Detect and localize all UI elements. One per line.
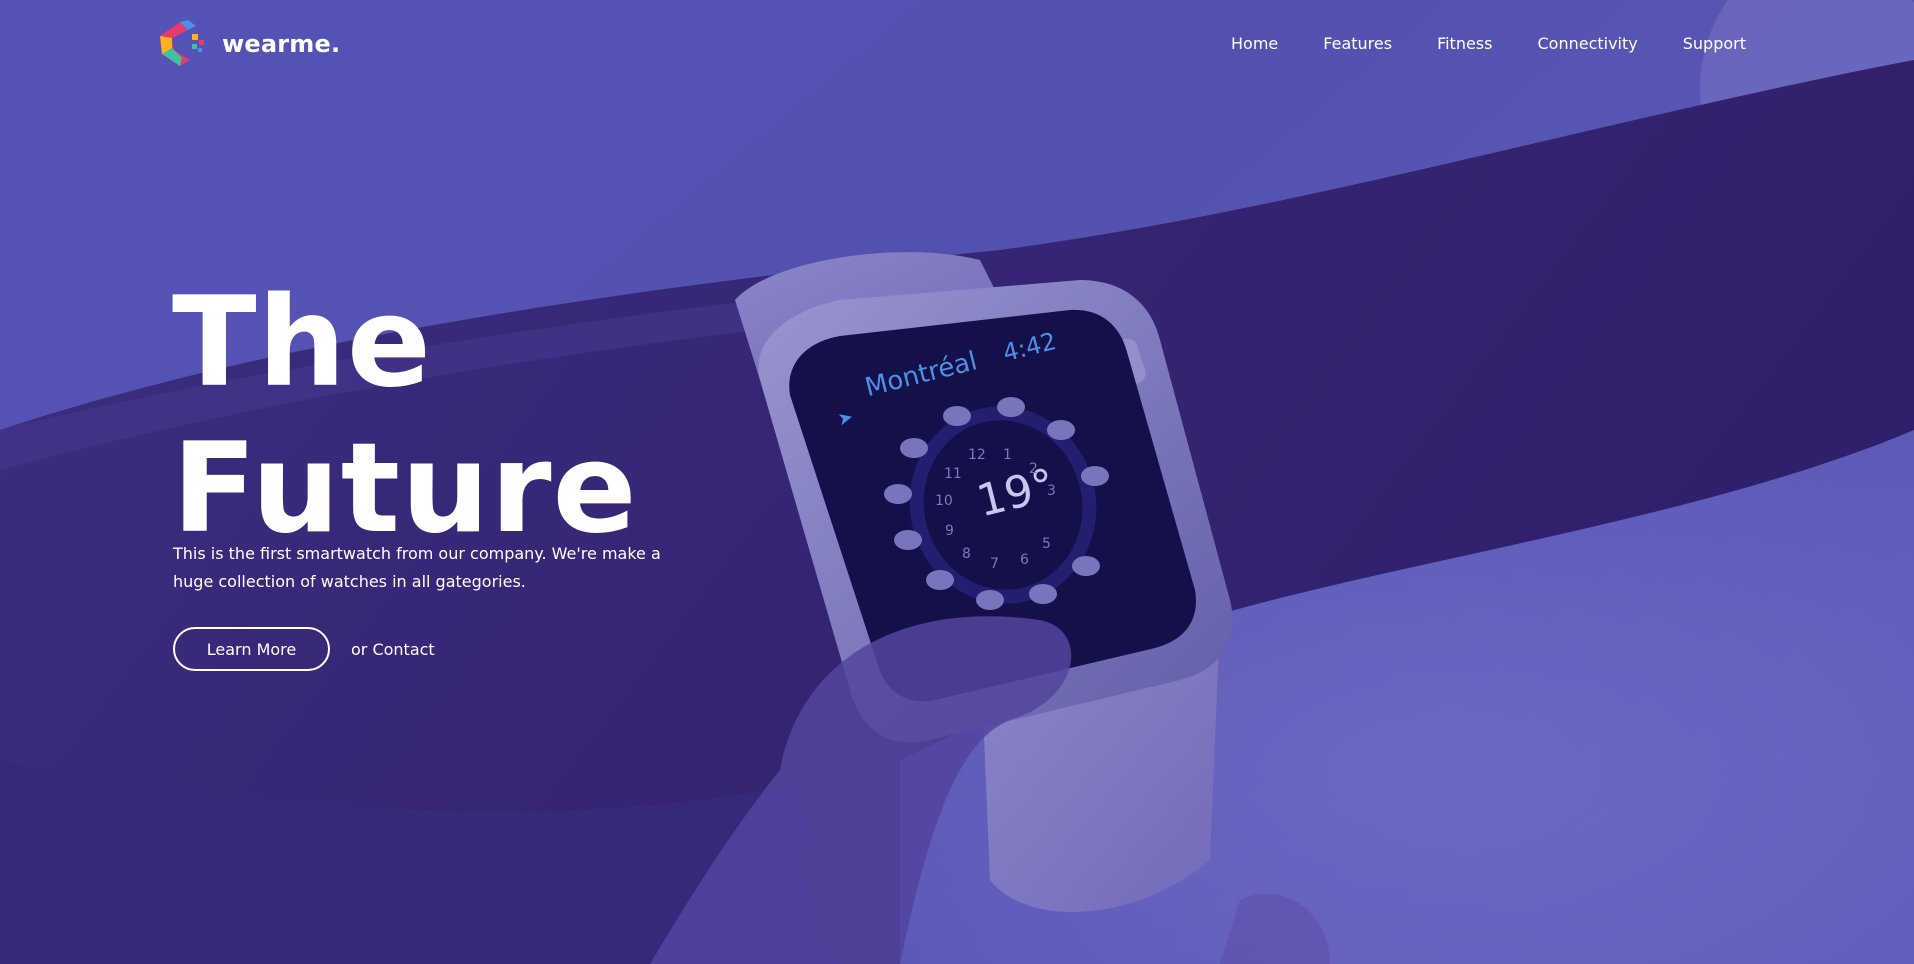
brand-home-link[interactable]: wearme. (152, 18, 340, 70)
nav-link-fitness[interactable]: Fitness (1437, 30, 1492, 58)
wearme-logo-icon (160, 20, 204, 66)
learn-more-button[interactable]: Learn More (173, 627, 330, 671)
nav-link-features[interactable]: Features (1323, 30, 1392, 58)
hero-section: ➤ Montréal 4:42 19° 12 1 2 3 5 6 7 8 9 1… (0, 0, 1914, 964)
main-nav: Home Features Fitness Connectivity Suppo… (1231, 30, 1746, 58)
nav-link-support[interactable]: Support (1683, 30, 1746, 58)
hero-description: This is the first smartwatch from our co… (173, 544, 661, 591)
hero-headline: The Future (172, 270, 638, 562)
brand-name: wearme. (222, 30, 341, 58)
hero-headline-line-1: The (172, 271, 432, 415)
site-header: wearme. Home Features Fitness Connectivi… (0, 0, 1914, 90)
hero-actions: Learn More or Contact (173, 627, 435, 671)
contact-link[interactable]: or Contact (351, 640, 435, 659)
nav-link-home[interactable]: Home (1231, 30, 1278, 58)
nav-link-connectivity[interactable]: Connectivity (1537, 30, 1637, 58)
